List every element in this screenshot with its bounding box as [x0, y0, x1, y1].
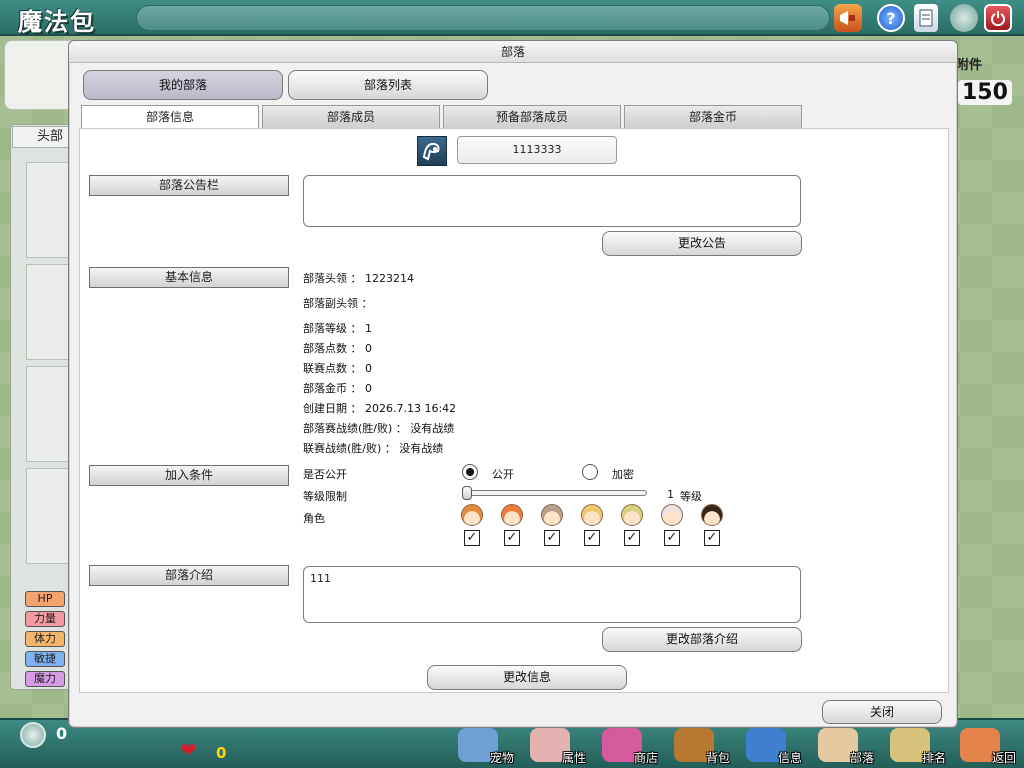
nav-label: 返回: [991, 751, 1016, 765]
intro-section-label: 部落介绍: [89, 565, 289, 586]
stat-stamina: 体力: [25, 631, 65, 647]
coin-count: 0: [56, 724, 68, 743]
intro-textarea[interactable]: 111: [303, 566, 801, 623]
equipment-slot[interactable]: [26, 264, 70, 360]
nav-shop[interactable]: 商店: [596, 728, 662, 768]
nav-label: 商店: [633, 751, 658, 765]
role-checkbox[interactable]: ✓: [664, 530, 680, 546]
join-conditions-section-label: 加入条件: [89, 465, 289, 486]
league-points: 联赛点数 ： 0: [303, 362, 372, 375]
tab-reserve-members[interactable]: 预备部落成员: [443, 105, 621, 129]
nav-label: 部落: [849, 751, 874, 765]
tab-clan-gold[interactable]: 部落金币: [624, 105, 802, 129]
level-limit-label: 等级限制: [303, 490, 347, 503]
attachment-count: 150: [958, 80, 1012, 105]
notice-textarea[interactable]: [303, 175, 801, 227]
clan-id-field: 1113333: [457, 136, 617, 164]
nav-pet[interactable]: 宠物: [452, 728, 518, 768]
dialog-title: 部落: [69, 41, 957, 63]
tab-my-clan[interactable]: 我的部落: [83, 70, 283, 100]
coin-icon: [20, 722, 46, 748]
character-face-icon: [581, 504, 603, 526]
public-option-label: 公开: [492, 468, 514, 481]
topbar-message-track: [136, 5, 830, 31]
nav-label: 背包: [705, 751, 730, 765]
stat-agility: 敏捷: [25, 651, 65, 667]
tab-clan-members[interactable]: 部落成员: [262, 105, 440, 129]
clan-leader: 部落头领 ： 1223214: [303, 272, 414, 285]
equipment-slot[interactable]: [26, 162, 70, 258]
nav-attributes[interactable]: 属性: [524, 728, 590, 768]
heart-count: 0: [216, 744, 227, 762]
top-bar: 魔法包 ?: [0, 0, 1024, 36]
level-slider-thumb[interactable]: [462, 486, 472, 500]
equipment-slot[interactable]: [26, 468, 70, 564]
power-icon[interactable]: [984, 4, 1012, 32]
role-checkbox[interactable]: ✓: [704, 530, 720, 546]
role-checkbox[interactable]: ✓: [544, 530, 560, 546]
clan-level: 部落等级 ： 1: [303, 322, 372, 335]
close-button[interactable]: 关闭: [822, 700, 942, 724]
clan-dialog: 部落 我的部落 部落列表 部落信息 部落成员 预备部落成员 部落金币 11133…: [68, 40, 958, 728]
private-option-label: 加密: [612, 468, 634, 481]
tab-head[interactable]: 头部: [12, 126, 72, 148]
tab-clan-list[interactable]: 部落列表: [288, 70, 488, 100]
nav-label: 宠物: [489, 751, 514, 765]
role-checkbox[interactable]: ✓: [464, 530, 480, 546]
clan-emblem-icon: [417, 136, 447, 166]
character-face-icon: [541, 504, 563, 526]
update-info-button[interactable]: 更改信息: [427, 665, 627, 690]
character-face-icon: [701, 504, 723, 526]
coin-stack-icon[interactable]: [950, 4, 978, 32]
tab-clan-info[interactable]: 部落信息: [81, 105, 259, 130]
public-radio[interactable]: [462, 464, 478, 480]
equipment-slot[interactable]: [26, 366, 70, 462]
notice-section-label: 部落公告栏: [89, 175, 289, 196]
level-limit-slider[interactable]: [465, 490, 647, 496]
nav-label: 信息: [777, 751, 802, 765]
public-setting-label: 是否公开: [303, 468, 347, 481]
clan-gold: 部落金币 ： 0: [303, 382, 372, 395]
level-limit-value: 1: [667, 488, 674, 501]
attachment-label: 附件: [956, 58, 983, 73]
role-checkbox[interactable]: ✓: [504, 530, 520, 546]
nav-back[interactable]: 返回: [954, 728, 1020, 768]
document-icon[interactable]: [914, 4, 938, 32]
stat-hp: HP: [25, 591, 65, 607]
app-title: 魔法包: [18, 8, 96, 36]
edit-notice-button[interactable]: 更改公告: [602, 231, 802, 256]
role-checkbox[interactable]: ✓: [584, 530, 600, 546]
character-face-icon: [461, 504, 483, 526]
nav-label: 排名: [921, 751, 946, 765]
nav-bag[interactable]: 背包: [668, 728, 734, 768]
nav-ranking[interactable]: 排名: [884, 728, 950, 768]
character-face-icon: [661, 504, 683, 526]
stat-strength: 力量: [25, 611, 65, 627]
clan-war-record: 部落赛战绩(胜/败) ： 没有战绩: [303, 422, 455, 435]
role-label: 角色: [303, 512, 325, 525]
nav-clan[interactable]: 部落: [812, 728, 878, 768]
role-checkbox[interactable]: ✓: [624, 530, 640, 546]
stat-magic: 魔力: [25, 671, 65, 687]
private-radio[interactable]: [582, 464, 598, 480]
heart-icon: ❤: [180, 738, 197, 762]
basic-info-section-label: 基本信息: [89, 267, 289, 288]
help-icon[interactable]: ?: [877, 4, 905, 32]
league-record: 联赛战绩(胜/败) ： 没有战绩: [303, 442, 444, 455]
nav-info[interactable]: 信息: [740, 728, 806, 768]
edit-intro-button[interactable]: 更改部落介绍: [602, 627, 802, 652]
megaphone-icon[interactable]: [834, 4, 862, 32]
creation-date: 创建日期 ： 2026.7.13 16:42: [303, 402, 457, 415]
clan-points: 部落点数 ： 0: [303, 342, 372, 355]
nav-label: 属性: [561, 751, 586, 765]
character-face-icon: [621, 504, 643, 526]
character-face-icon: [501, 504, 523, 526]
clan-vice-leader: 部落副头领 ：: [303, 297, 373, 310]
level-limit-unit: 等级: [680, 490, 702, 503]
